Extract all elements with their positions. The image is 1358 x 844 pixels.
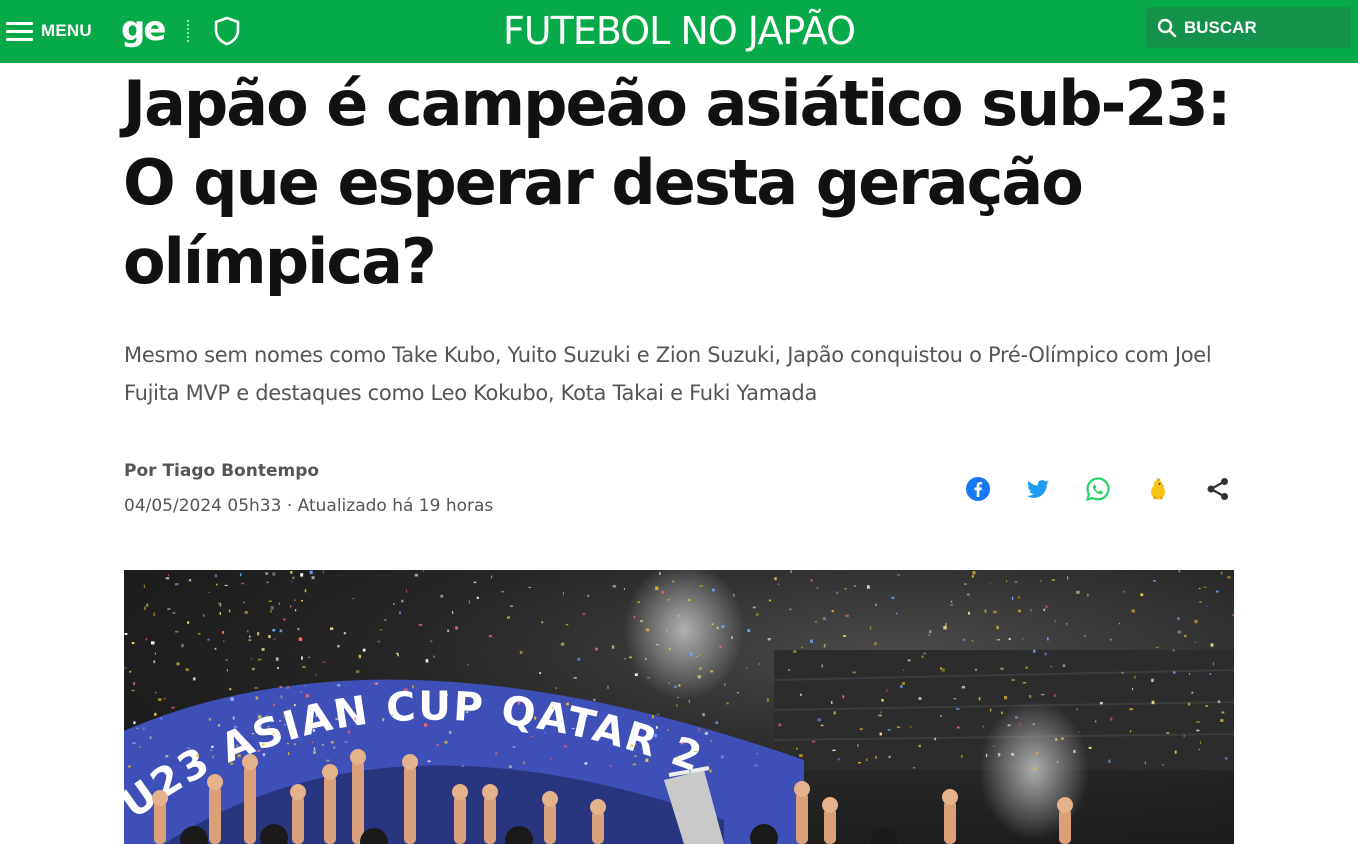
search-label: BUSCAR <box>1184 17 1257 37</box>
search-button[interactable]: BUSCAR <box>1146 7 1351 48</box>
share-icon[interactable] <box>1205 476 1231 502</box>
top-header: MENU ge FUTEBOL NO JAPÃO BUSCAR <box>0 0 1358 63</box>
article-author[interactable]: Por Tiago Bontempo <box>124 461 319 481</box>
search-icon <box>1157 18 1177 37</box>
twitter-icon[interactable] <box>1025 476 1051 502</box>
facebook-icon[interactable] <box>965 476 991 502</box>
article-photo: U23 ASIAN CUP QATAR 2 <box>124 570 1234 844</box>
kwai-icon[interactable] <box>1145 476 1171 502</box>
article-date: 04/05/2024 05h33 · Atualizado há 19 hora… <box>124 496 494 516</box>
article-subtitle: Mesmo sem nomes como Take Kubo, Yuito Su… <box>124 343 1212 405</box>
photo-illustration: U23 ASIAN CUP QATAR 2 <box>124 570 1234 844</box>
whatsapp-icon[interactable] <box>1085 476 1111 502</box>
article-headline: Japão é campeão asiático sub-23: O que e… <box>123 67 1231 298</box>
share-bar <box>965 476 1231 502</box>
